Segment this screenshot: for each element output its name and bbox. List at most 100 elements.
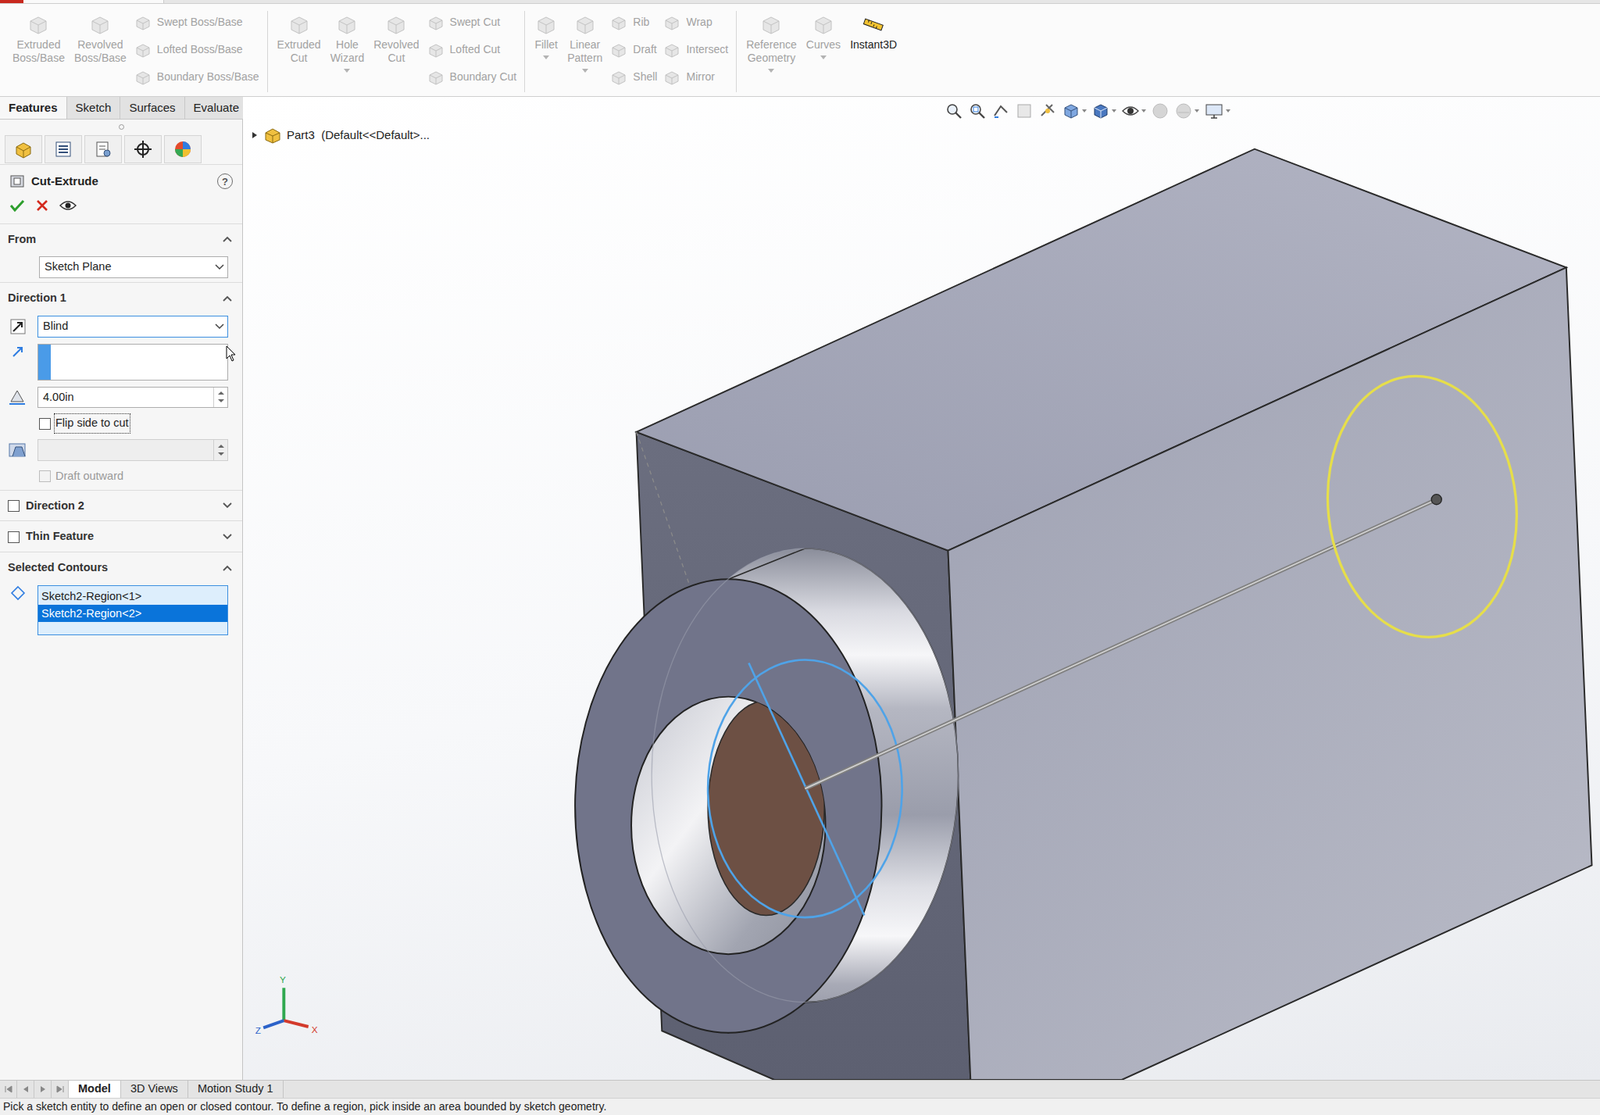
contour-icon[interactable] (10, 585, 26, 601)
ribbon-button[interactable]: Hole Wizard (328, 10, 367, 75)
display-style-icon[interactable] (1091, 101, 1111, 121)
manager-tab[interactable] (124, 135, 162, 164)
section-header[interactable]: Direction 1 (0, 282, 243, 314)
dropdown-arrow-icon[interactable] (343, 68, 350, 73)
ribbon-button[interactable]: Swept Cut (427, 10, 518, 34)
ribbon-button[interactable]: Intersect (663, 38, 729, 61)
spin-up-icon[interactable] (217, 391, 225, 395)
dropdown-arrow-icon[interactable] (1111, 109, 1117, 113)
ribbon-button[interactable]: Linear Pattern (565, 10, 604, 75)
last-tab-icon[interactable] (56, 1085, 65, 1093)
command-tab[interactable]: Features (0, 96, 68, 119)
dropdown-arrow-icon[interactable] (1141, 109, 1147, 113)
manager-tab[interactable] (4, 135, 43, 164)
toolbar-button[interactable] (1174, 101, 1200, 121)
ribbon-button[interactable]: Revolved Boss/Base (72, 10, 129, 67)
contour-list[interactable]: Sketch2-Region<1>Sketch2-Region<2> (37, 585, 229, 636)
toolbar-button[interactable] (1014, 101, 1034, 121)
checkbox[interactable] (7, 531, 20, 543)
dynamic-annotation-icon[interactable] (1038, 101, 1058, 121)
dropdown-arrow-icon[interactable] (820, 55, 827, 60)
panel-handle[interactable] (0, 119, 243, 134)
ribbon-button[interactable]: Revolved Cut (371, 10, 421, 67)
model-tab[interactable]: 3D Views (121, 1080, 189, 1098)
dropdown-arrow-icon[interactable] (214, 264, 225, 271)
dropdown-arrow-icon[interactable] (1225, 109, 1231, 113)
tab-scroll-button[interactable] (0, 1080, 18, 1098)
next-tab-icon[interactable] (39, 1085, 47, 1093)
ribbon-button[interactable]: Draft (610, 38, 658, 61)
ribbon-button[interactable]: Mirror (663, 65, 729, 89)
zoom-area-icon[interactable] (967, 101, 987, 121)
dropdown-arrow-icon[interactable] (542, 55, 550, 60)
expand-icon[interactable] (221, 501, 233, 510)
cancel-x-icon[interactable] (35, 199, 49, 212)
checkbox[interactable] (39, 417, 51, 430)
apply-scene-icon[interactable] (1174, 101, 1193, 121)
collapse-icon[interactable] (221, 235, 233, 243)
previous-view-icon[interactable] (991, 101, 1011, 121)
checkbox[interactable] (7, 500, 20, 512)
ribbon-button[interactable]: Shell (610, 65, 658, 89)
manager-tab[interactable] (44, 135, 83, 164)
dropdown-arrow-icon[interactable] (214, 323, 225, 330)
toolbar-button[interactable] (1038, 101, 1058, 121)
toolbar-button[interactable] (1061, 101, 1087, 121)
flip-side-label[interactable]: Flip side to cut (55, 414, 129, 433)
toolbar-button[interactable] (967, 101, 987, 121)
section-view-icon[interactable] (1014, 101, 1034, 121)
section-header[interactable]: Direction 2 (0, 490, 243, 522)
selection-input[interactable] (50, 344, 228, 380)
ribbon-button[interactable]: Boundary Boss/Base (134, 65, 260, 89)
contour-item[interactable]: Sketch2-Region<2> (38, 604, 228, 622)
ribbon-button[interactable]: Instant3D (848, 10, 899, 54)
section-header[interactable]: From (0, 224, 243, 255)
reverse-direction-icon[interactable] (8, 317, 28, 336)
draft-icon[interactable] (7, 440, 29, 460)
collapse-icon[interactable] (221, 294, 233, 303)
ribbon-button[interactable]: Fillet (532, 10, 560, 61)
zoom-to-fit-icon[interactable] (944, 101, 964, 121)
model-tab[interactable]: Motion Study 1 (188, 1080, 284, 1098)
expand-icon[interactable] (221, 532, 233, 541)
view-settings-icon[interactable] (1203, 101, 1225, 121)
depth-icon[interactable] (7, 387, 29, 407)
feature-tree-flyout[interactable]: Part3 (Default<<Default>... (250, 125, 430, 145)
manager-tab[interactable] (164, 135, 202, 164)
view-orientation-icon[interactable] (1061, 101, 1081, 121)
command-tab[interactable]: Sketch (67, 96, 122, 119)
hide-show-icon[interactable] (1121, 101, 1140, 121)
flip-side-option[interactable]: Flip side to cut (0, 411, 243, 437)
first-tab-icon[interactable] (4, 1085, 13, 1093)
section-header[interactable]: Selected Contours (0, 552, 243, 583)
tab-scroll-button[interactable] (34, 1080, 52, 1098)
model-view[interactable]: YZX (242, 96, 1600, 1080)
ribbon-button[interactable]: Rib (610, 10, 658, 34)
ok-check-icon[interactable] (9, 198, 25, 213)
command-tab[interactable]: Evaluate (185, 96, 249, 119)
tab-scroll-button[interactable] (51, 1080, 69, 1098)
spin-buttons[interactable] (213, 387, 228, 408)
ribbon-button[interactable]: Reference Geometry (744, 10, 799, 75)
part-name[interactable]: Part3 (Default<<Default>... (286, 126, 430, 145)
ribbon-button[interactable]: Wrap (663, 10, 729, 34)
ribbon-button[interactable]: Lofted Cut (427, 38, 518, 61)
dropdown[interactable]: Sketch Plane (39, 256, 229, 279)
section-header[interactable]: Thin Feature (0, 521, 243, 552)
ribbon-button[interactable]: Curves (804, 10, 843, 61)
tab-scroll-button[interactable] (17, 1080, 35, 1098)
direction-arrow-icon[interactable] (10, 343, 26, 360)
toolbar-button[interactable] (1203, 101, 1231, 121)
edit-appearance-icon[interactable] (1150, 101, 1170, 121)
help-button[interactable]: ? (217, 173, 233, 190)
selection-box[interactable] (37, 343, 229, 381)
expand-arrow-icon[interactable] (250, 131, 259, 140)
dropdown-arrow-icon[interactable] (582, 68, 589, 73)
ribbon-button[interactable]: Swept Boss/Base (134, 10, 260, 34)
model-tab[interactable]: Model (68, 1080, 122, 1098)
command-tab[interactable]: Surfaces (120, 96, 185, 119)
ribbon-button[interactable]: Extruded Boss/Base (10, 10, 67, 67)
graphics-area[interactable]: YZX Part3 (Default<<Default>... (242, 96, 1600, 1080)
previous-tab-icon[interactable] (21, 1085, 30, 1093)
ribbon-button[interactable]: Boundary Cut (427, 65, 518, 89)
